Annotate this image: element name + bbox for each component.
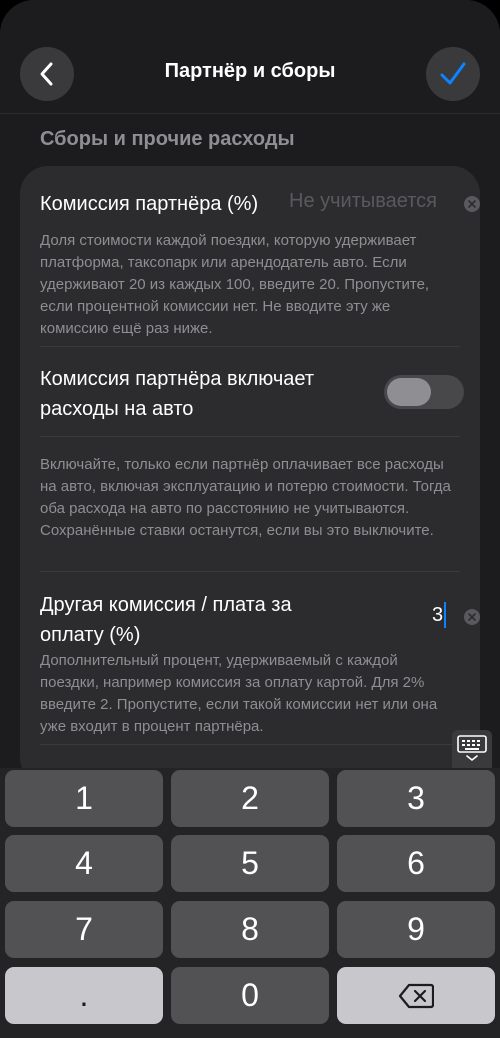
other-fee-help: Дополнительный процент, удерживаемый с к… xyxy=(40,652,438,735)
key-9[interactable]: 9 xyxy=(337,901,495,958)
keyboard-dismiss-button[interactable] xyxy=(452,730,492,768)
other-fee-clear-button[interactable] xyxy=(464,609,480,625)
partner-commission-clear-button[interactable] xyxy=(464,196,480,212)
partner-commission-help: Доля стоимости каждой поездки, которую у… xyxy=(40,232,430,337)
checkmark-icon xyxy=(440,62,466,85)
key-decimal[interactable]: . xyxy=(5,967,163,1024)
key-1[interactable]: 1 xyxy=(5,770,163,827)
text-caret xyxy=(444,602,446,628)
header-divider xyxy=(0,113,500,114)
header: Партнёр и сборы xyxy=(0,0,500,114)
backspace-icon xyxy=(398,983,434,1008)
section-title: Сборы и прочие расходы xyxy=(40,128,295,150)
key-8[interactable]: 8 xyxy=(171,901,329,958)
numeric-keypad: 1 2 3 4 5 6 7 8 9 . 0 xyxy=(0,768,500,1038)
key-2[interactable]: 2 xyxy=(171,770,329,827)
keyboard-dismiss-icon xyxy=(457,735,487,762)
divider xyxy=(40,571,460,572)
key-7[interactable]: 7 xyxy=(5,901,163,958)
divider xyxy=(40,346,460,347)
includes-car-costs-toggle[interactable] xyxy=(384,375,464,409)
divider xyxy=(40,436,460,437)
key-3[interactable]: 3 xyxy=(337,770,495,827)
partner-commission-label: Комиссия партнёра (%) xyxy=(40,193,259,215)
close-icon xyxy=(468,200,476,208)
page-title: Партнёр и сборы xyxy=(164,60,336,82)
done-button[interactable] xyxy=(426,47,480,101)
key-5[interactable]: 5 xyxy=(171,835,329,892)
includes-car-costs-help: Включайте, только если партнёр оплачивае… xyxy=(40,456,451,539)
backspace-key[interactable] xyxy=(337,967,495,1024)
key-0[interactable]: 0 xyxy=(171,967,329,1024)
includes-car-costs-label: Комиссия партнёра включает расходы на ав… xyxy=(40,368,315,420)
other-fee-input[interactable]: 3 xyxy=(432,604,443,627)
key-6[interactable]: 6 xyxy=(337,835,495,892)
toggle-knob xyxy=(387,378,431,406)
modal-sheet: Партнёр и сборы Сборы и прочие расходы К… xyxy=(0,0,500,1038)
divider xyxy=(40,744,460,745)
partner-commission-input[interactable]: Не учитывается xyxy=(289,190,437,213)
other-fee-label: Другая комиссия / плата за оплату (%) xyxy=(40,594,292,646)
key-4[interactable]: 4 xyxy=(5,835,163,892)
close-icon xyxy=(468,613,476,621)
